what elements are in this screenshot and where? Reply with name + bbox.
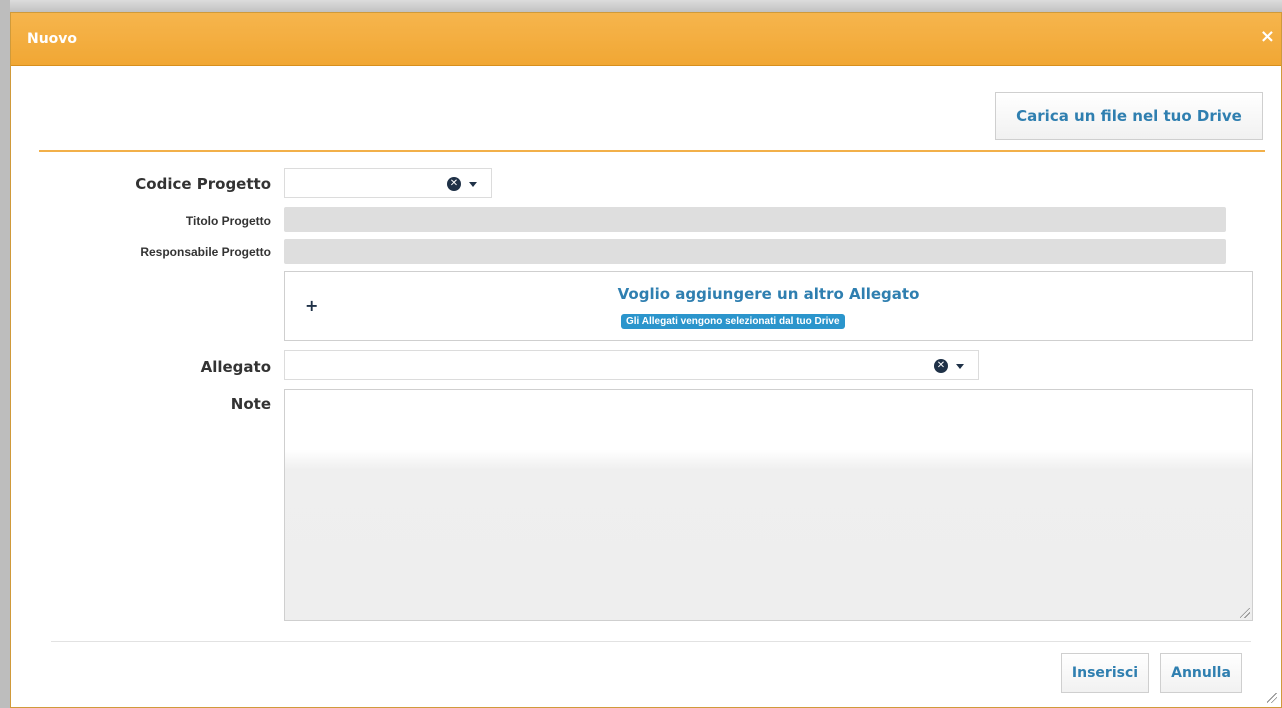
new-item-dialog: Nuovo × Carica un file nel tuo Drive Cod… [10, 12, 1282, 708]
footer-divider [51, 641, 1251, 642]
codice-progetto-select[interactable]: ✕ [284, 168, 492, 198]
chevron-down-icon[interactable] [956, 363, 964, 369]
titolo-progetto-label: Titolo Progetto [185, 214, 271, 228]
codice-progetto-label: Codice Progetto [135, 175, 271, 193]
responsabile-progetto-field [284, 239, 1226, 264]
allegato-select[interactable]: ✕ [284, 350, 979, 380]
note-label: Note [230, 395, 271, 413]
clear-icon[interactable]: ✕ [447, 177, 461, 191]
dialog-resize-grip-icon[interactable] [1267, 693, 1277, 703]
clear-icon[interactable]: ✕ [934, 359, 948, 373]
page-backdrop-side [0, 0, 10, 708]
add-attachment-link[interactable]: Voglio aggiungere un altro Allegato [285, 285, 1252, 303]
responsabile-progetto-label: Responsabile Progetto [140, 245, 271, 259]
header-divider [39, 150, 1265, 152]
resize-grip-icon[interactable] [1240, 608, 1250, 618]
dialog-title: Nuovo [27, 31, 78, 47]
note-textarea[interactable] [284, 389, 1253, 621]
upload-to-drive-button[interactable]: Carica un file nel tuo Drive [995, 92, 1263, 140]
dialog-title-bar[interactable]: Nuovo × [11, 13, 1281, 66]
chevron-down-icon[interactable] [469, 181, 477, 187]
allegato-label: Allegato [200, 358, 271, 376]
attachment-info-badge: Gli Allegati vengono selezionati dal tuo… [621, 314, 845, 329]
insert-button[interactable]: Inserisci [1061, 653, 1149, 693]
add-attachment-panel[interactable]: + Voglio aggiungere un altro Allegato Gl… [284, 271, 1253, 341]
close-icon[interactable]: × [1260, 28, 1275, 46]
titolo-progetto-field [284, 207, 1226, 232]
cancel-button[interactable]: Annulla [1160, 653, 1242, 693]
